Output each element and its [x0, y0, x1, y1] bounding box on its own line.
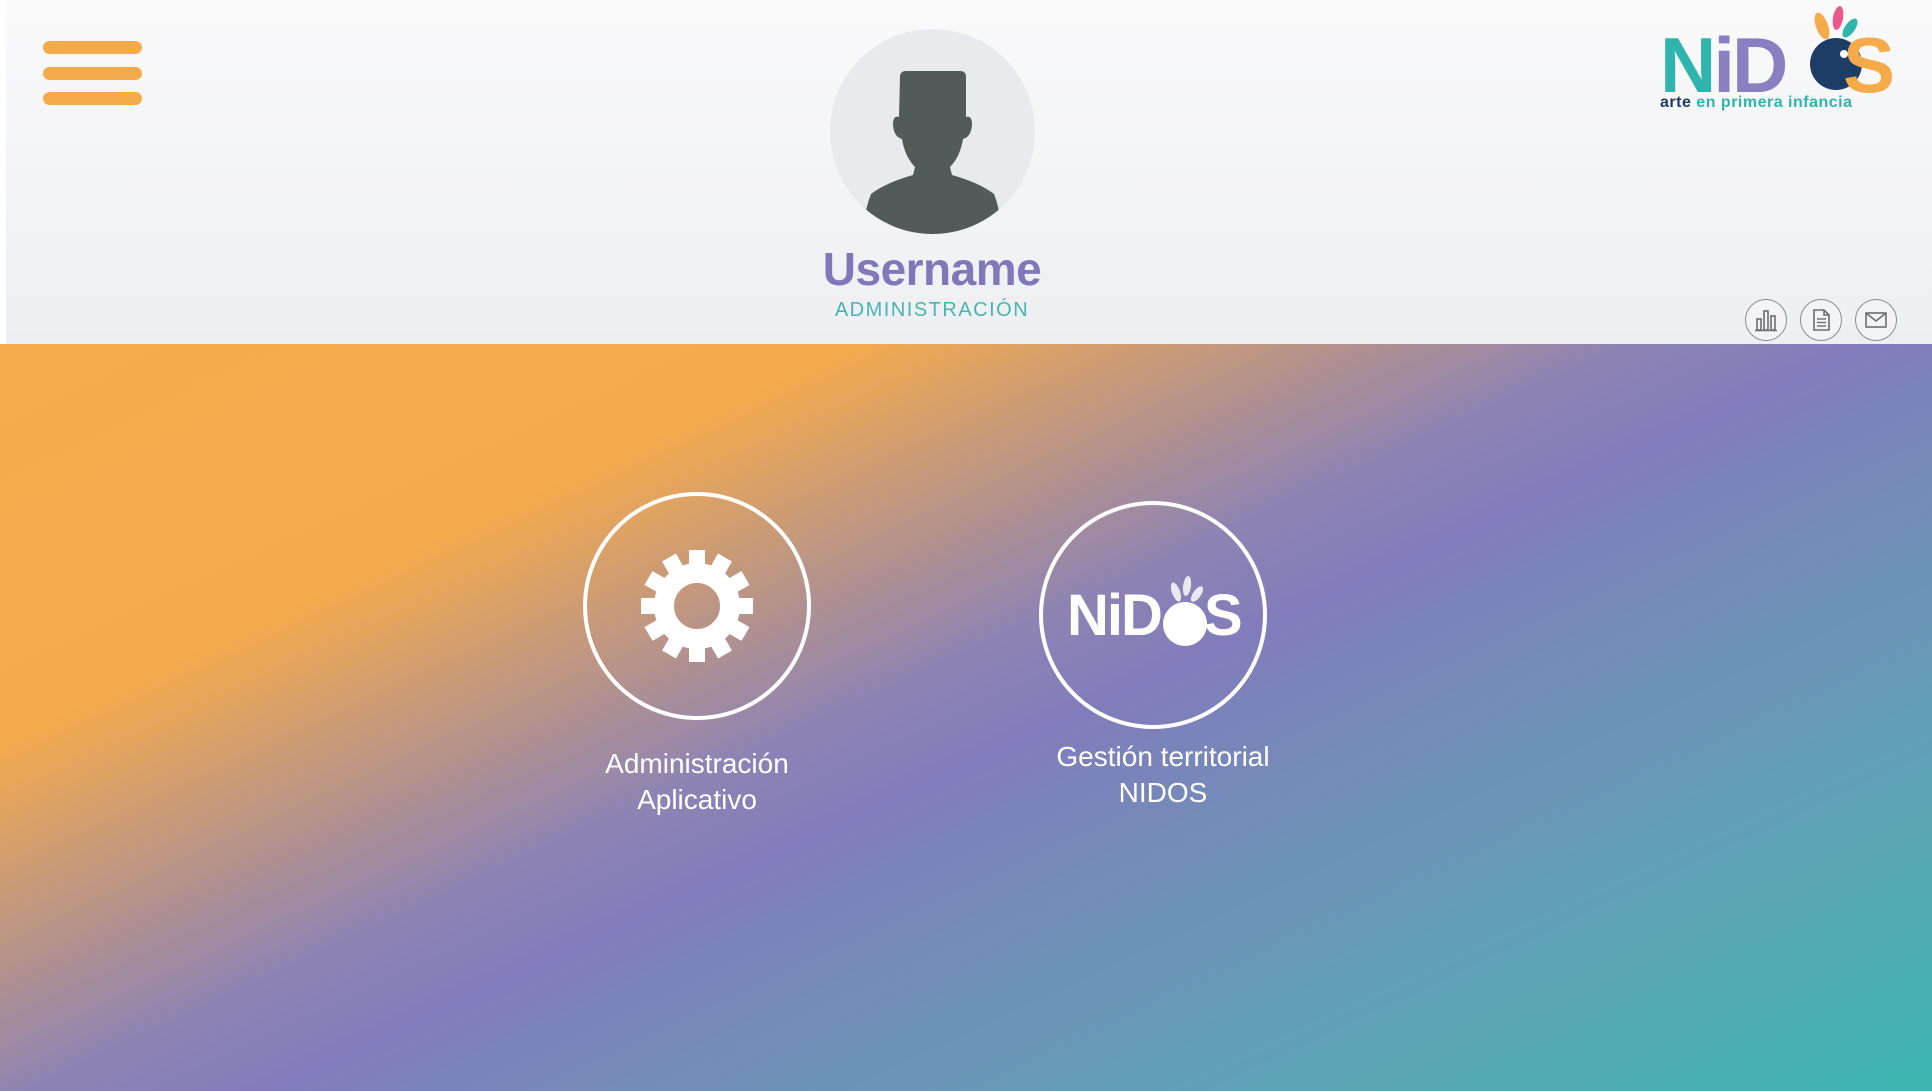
logo-tagline: arte en primera infancia [1660, 94, 1853, 112]
main-panel: Administración Aplicativo NiDOS Gestión … [0, 344, 1932, 1091]
module-circle [583, 492, 811, 720]
module-label-line1: Administración [605, 748, 789, 779]
menu-bar [43, 92, 142, 105]
gear-icon [641, 550, 753, 662]
menu-bar [43, 66, 142, 80]
nidos-logo-word: NiDOS [1067, 583, 1243, 648]
user-role: ADMINISTRACIÓN [834, 299, 1030, 321]
statistics-button[interactable] [1745, 299, 1787, 341]
documents-button[interactable] [1800, 299, 1842, 341]
module-label-line2: Aplicativo [637, 784, 757, 815]
user-silhouette-icon [862, 71, 1002, 234]
header-bar: Username ADMINISTRACIÓN NiDOS arte en pr… [6, 0, 1932, 344]
nidos-logo[interactable]: NiDOS arte en primera infancia [1652, 4, 1895, 116]
messages-button[interactable] [1855, 299, 1897, 341]
module-circle: NiDOS [1039, 501, 1267, 729]
module-label: Administración Aplicativo [547, 746, 847, 818]
module-label-line2: NIDOS [1118, 777, 1208, 808]
module-gestion-territorial[interactable]: NiDOS Gestión territorial NIDOS [1003, 501, 1303, 811]
hamburger-menu-icon[interactable] [43, 41, 142, 105]
logo-word: NiDOS [1660, 21, 1895, 109]
document-icon [1813, 309, 1830, 331]
module-administracion-aplicativo[interactable]: Administración Aplicativo [547, 492, 847, 818]
bar-chart-icon [1755, 310, 1777, 332]
menu-bar [43, 41, 142, 54]
tagline-part1: arte [1660, 94, 1697, 111]
module-label-line1: Gestión territorial [1056, 741, 1270, 772]
tagline-part2: en primera infancia [1696, 94, 1853, 111]
envelope-icon [1865, 312, 1887, 328]
module-label: Gestión territorial NIDOS [1003, 739, 1303, 811]
user-avatar[interactable] [830, 29, 1035, 234]
username: Username [822, 243, 1042, 295]
